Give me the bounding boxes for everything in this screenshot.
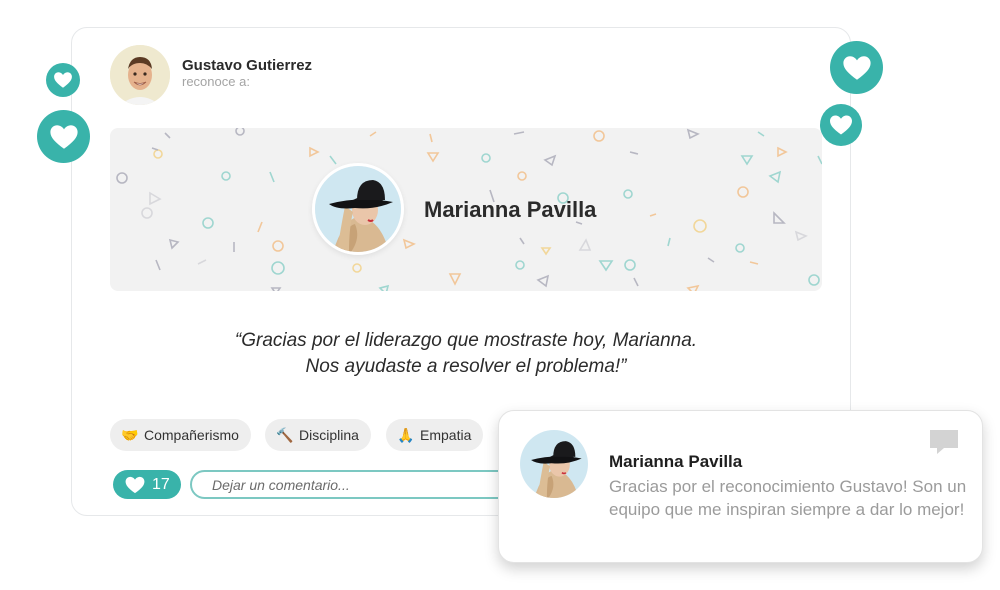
recipient-avatar[interactable] <box>312 163 404 255</box>
reply-author-name: Marianna Pavilla <box>609 452 743 471</box>
tag-companerismo[interactable]: 🤝 Compañerismo <box>110 419 251 451</box>
author-subtitle: reconoce a: <box>182 74 250 89</box>
comment-input[interactable] <box>190 470 520 499</box>
tag-label: Compañerismo <box>144 427 239 443</box>
author-name: Gustavo Gutierrez <box>182 57 313 74</box>
heart-icon <box>54 72 72 88</box>
chat-bubble-icon[interactable] <box>928 428 960 456</box>
recognition-quote: “Gracias por el liderazgo que mostraste … <box>110 328 822 380</box>
quote-line-1: “Gracias por el liderazgo que mostraste … <box>234 330 698 351</box>
recipient-name: Marianna Pavilla <box>424 197 597 222</box>
floating-heart <box>830 41 883 94</box>
like-button[interactable]: 17 <box>113 470 181 499</box>
floating-heart <box>37 110 90 163</box>
floating-heart <box>820 104 862 146</box>
quote-line-2: Nos ayudaste a resolver el problema!” <box>305 356 627 377</box>
praying-hands-icon: 🙏 <box>397 427 415 443</box>
tag-disciplina[interactable]: 🔨 Disciplina <box>265 419 371 451</box>
tag-label: Empatia <box>420 427 472 443</box>
author-avatar[interactable] <box>110 45 170 105</box>
handshake-icon: 🤝 <box>121 427 139 443</box>
like-count: 17 <box>152 476 170 493</box>
heart-icon <box>830 115 852 135</box>
heart-icon <box>842 55 871 80</box>
hammer-icon: 🔨 <box>276 427 294 443</box>
heart-icon <box>125 476 145 494</box>
reply-message: Gracias por el reconocimiento Gustavo! S… <box>609 477 967 519</box>
tag-label: Disciplina <box>299 427 359 443</box>
heart-icon <box>49 124 78 149</box>
floating-heart <box>46 63 80 97</box>
tag-empatia[interactable]: 🙏 Empatia <box>386 419 484 451</box>
reply-avatar[interactable] <box>520 430 588 498</box>
